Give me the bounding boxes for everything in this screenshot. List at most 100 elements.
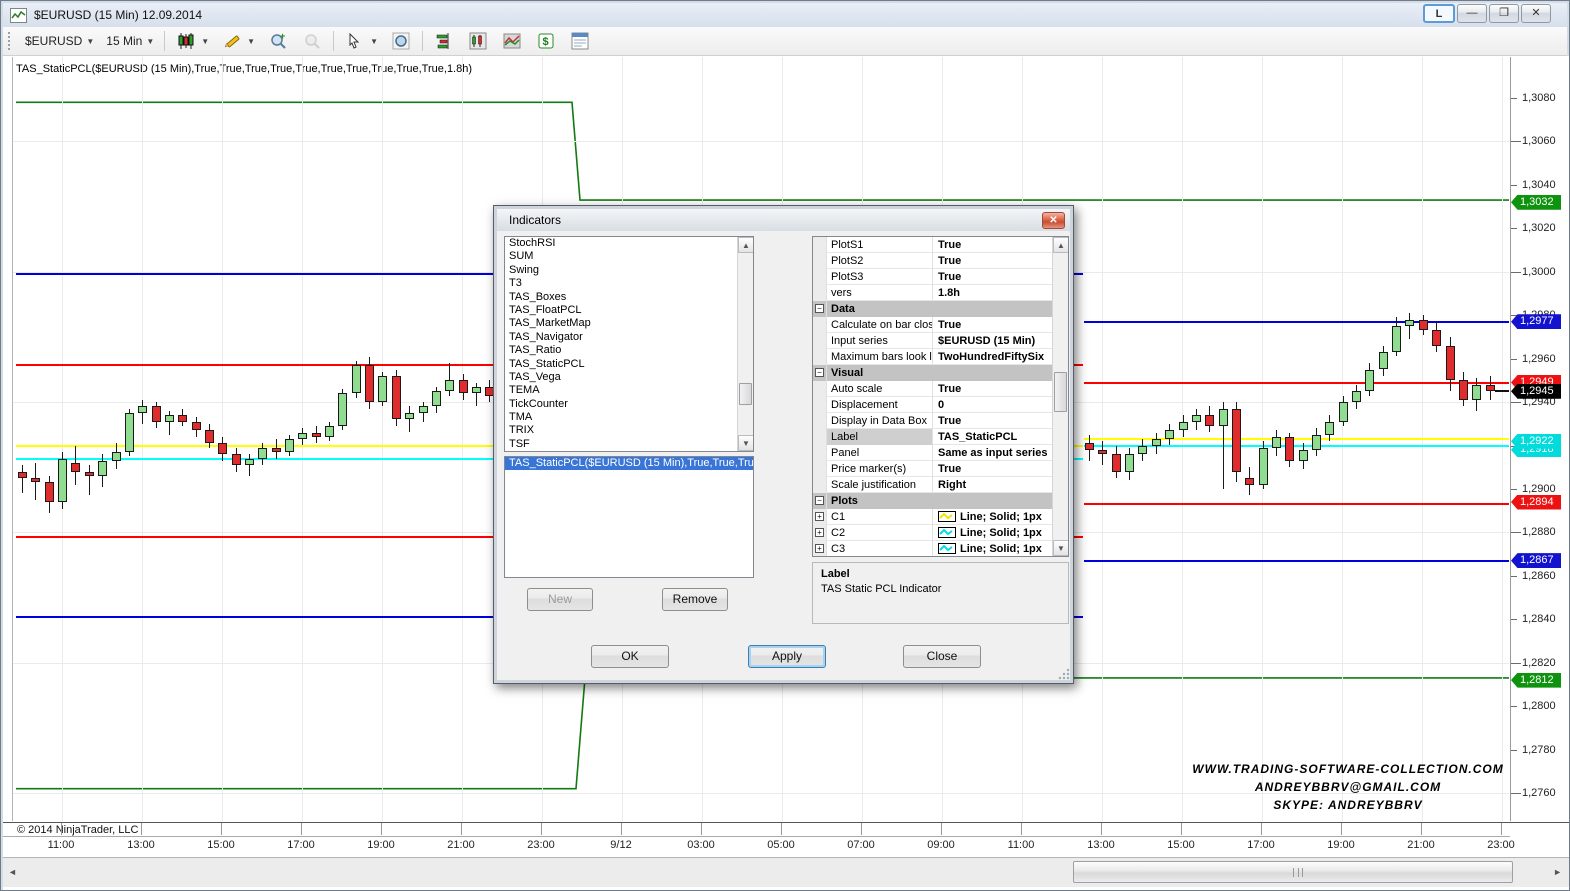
candle-body[interactable] — [392, 376, 401, 419]
indicator-list-item[interactable]: TAS_MarketMap — [505, 317, 753, 330]
property-section-row[interactable]: −Data — [813, 301, 1068, 317]
scroll-down-icon[interactable]: ▼ — [1053, 540, 1069, 556]
minimize-button[interactable]: — — [1457, 4, 1487, 23]
candle-body[interactable] — [472, 387, 481, 394]
property-value[interactable]: $EURUSD (15 Min) — [933, 333, 1051, 349]
property-row[interactable]: LabelTAS_StaticPCL — [813, 429, 1068, 445]
property-value[interactable]: 0 — [933, 397, 1051, 413]
selected-indicator-item[interactable]: TAS_StaticPCL($EURUSD (15 Min),True,True… — [505, 457, 753, 470]
properties-grid[interactable]: PlotS1TruePlotS2TruePlotS3Truevers1.8h−D… — [812, 236, 1069, 557]
scroll-up-icon[interactable]: ▲ — [1053, 237, 1069, 253]
property-value[interactable]: Same as input series — [933, 445, 1051, 461]
collapse-icon[interactable]: − — [815, 304, 824, 313]
property-value[interactable]: TAS_StaticPCL — [933, 429, 1051, 445]
candle-body[interactable] — [419, 406, 428, 413]
property-name[interactable]: PlotS3 — [827, 269, 933, 285]
bar-spacing-button[interactable] — [427, 29, 461, 53]
candle-body[interactable] — [18, 472, 27, 479]
candle-body[interactable] — [1192, 415, 1201, 422]
candle-body[interactable] — [165, 415, 174, 422]
candle-body[interactable] — [58, 459, 67, 502]
candle-body[interactable] — [1138, 446, 1147, 455]
property-name[interactable]: Display in Data Box — [827, 413, 933, 429]
property-name[interactable]: Maximum bars look l — [827, 349, 933, 365]
ok-button[interactable]: OK — [591, 645, 669, 668]
expand-icon[interactable]: + — [815, 512, 824, 521]
drawing-tools-button[interactable]: ▼ — [215, 29, 261, 53]
candle-body[interactable] — [1472, 385, 1481, 400]
candle-body[interactable] — [378, 376, 387, 402]
candle-body[interactable] — [459, 380, 468, 393]
property-name[interactable]: Scale justification — [827, 477, 933, 493]
property-name[interactable]: PlotS1 — [827, 237, 933, 253]
candle-body[interactable] — [218, 443, 227, 454]
scroll-right-arrow[interactable]: ► — [1553, 867, 1562, 877]
candle-body[interactable] — [85, 472, 94, 476]
candle-body[interactable] — [138, 406, 147, 413]
toolbar-grip[interactable] — [8, 32, 13, 50]
property-row[interactable]: Calculate on bar closTrue — [813, 317, 1068, 333]
scrollbar-thumb[interactable] — [739, 383, 752, 405]
property-name[interactable]: vers — [827, 285, 933, 301]
property-row[interactable]: Price marker(s)True — [813, 461, 1068, 477]
property-name[interactable]: Calculate on bar clos — [827, 317, 933, 333]
candle-body[interactable] — [1179, 422, 1188, 431]
indicator-list-item[interactable]: TAS_Vega — [505, 371, 753, 384]
candle-body[interactable] — [432, 391, 441, 406]
property-value[interactable]: True — [933, 381, 1051, 397]
property-name[interactable]: Visual — [827, 365, 1053, 381]
candle-body[interactable] — [232, 454, 241, 465]
property-name[interactable]: Displacement — [827, 397, 933, 413]
expand-icon[interactable]: + — [815, 528, 824, 537]
candle-body[interactable] — [1325, 422, 1334, 435]
property-value[interactable]: Right — [933, 477, 1051, 493]
property-name[interactable]: Price marker(s) — [827, 461, 933, 477]
indicator-list-item[interactable]: TSF — [505, 438, 753, 451]
candle-body[interactable] — [1312, 435, 1321, 450]
property-row[interactable]: Input series$EURUSD (15 Min) — [813, 333, 1068, 349]
candle-body[interactable] — [272, 448, 281, 452]
candle-body[interactable] — [1419, 320, 1428, 331]
candle-body[interactable] — [1339, 402, 1348, 422]
property-row[interactable]: PlotS2True — [813, 253, 1068, 269]
candle-body[interactable] — [1365, 370, 1374, 392]
candle-body[interactable] — [338, 393, 347, 426]
property-row[interactable]: PlotS1True — [813, 237, 1068, 253]
horizontal-scrollbar[interactable]: ◄ ► — [3, 857, 1569, 887]
scroll-left-arrow[interactable]: ◄ — [8, 867, 17, 877]
property-row[interactable]: +C2Line; Solid; 1px — [813, 525, 1068, 541]
property-value[interactable]: True — [933, 237, 1051, 253]
property-row[interactable]: PlotS3True — [813, 269, 1068, 285]
candle-body[interactable] — [112, 452, 121, 461]
candle-body[interactable] — [1112, 454, 1121, 471]
candle-body[interactable] — [1432, 330, 1441, 345]
property-name[interactable]: Auto scale — [827, 381, 933, 397]
candle-body[interactable] — [245, 459, 254, 466]
candle-body[interactable] — [71, 463, 80, 472]
candle-body[interactable] — [1098, 450, 1107, 454]
selected-indicators-list[interactable]: TAS_StaticPCL($EURUSD (15 Min),True,True… — [504, 456, 754, 578]
candle-body[interactable] — [1299, 450, 1308, 461]
candle-body[interactable] — [31, 478, 40, 482]
candle-body[interactable] — [365, 365, 374, 402]
candle-body[interactable] — [1152, 439, 1161, 446]
indicator-list-item[interactable]: SUM — [505, 250, 753, 263]
candle-body[interactable] — [285, 439, 294, 452]
candle-body[interactable] — [445, 380, 454, 391]
property-value[interactable]: Line; Solid; 1px — [933, 525, 1051, 541]
candle-body[interactable] — [1272, 437, 1281, 448]
indicator-list-item[interactable]: Swing — [505, 264, 753, 277]
property-name[interactable]: PlotS2 — [827, 253, 933, 269]
property-value[interactable]: TwoHundredFiftySix — [933, 349, 1051, 365]
candle-body[interactable] — [405, 413, 414, 420]
property-row[interactable]: Display in Data BoxTrue — [813, 413, 1068, 429]
resize-grip-icon[interactable] — [1058, 668, 1070, 680]
dialog-close-icon[interactable]: ✕ — [1042, 212, 1065, 229]
property-row[interactable]: Maximum bars look lTwoHundredFiftySix — [813, 349, 1068, 365]
candle-body[interactable] — [1379, 352, 1388, 369]
indicator-list-item[interactable]: TMA — [505, 411, 753, 424]
chart-panel-button[interactable] — [495, 29, 529, 53]
candle-body[interactable] — [1486, 385, 1495, 392]
chart-style-button[interactable]: ▼ — [169, 29, 215, 53]
indicator-list-item[interactable]: T3 — [505, 277, 753, 290]
